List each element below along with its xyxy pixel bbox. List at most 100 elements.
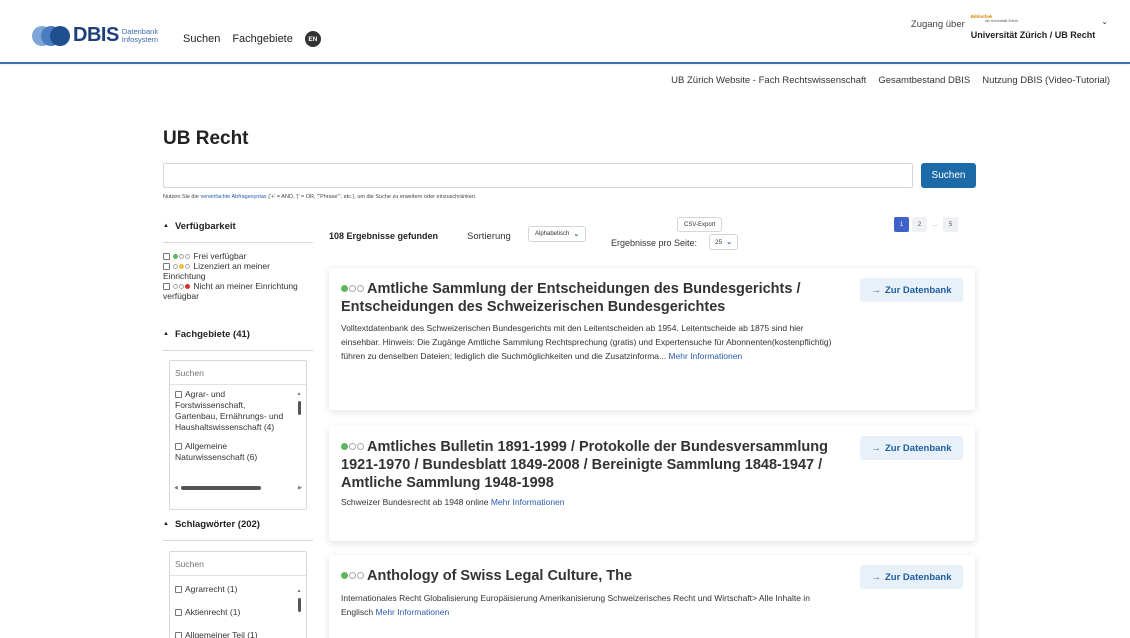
result-description: Internationales Recht Globalisierung Eur… (341, 591, 841, 619)
per-page-value: 25 (715, 238, 723, 246)
search-bar: Suchen (163, 163, 976, 189)
keyword-agrarrecht[interactable]: Agrarrecht (1) (175, 584, 288, 595)
open-database-button[interactable]: → Zur Datenbank (860, 436, 963, 460)
divider (163, 242, 313, 243)
filter-licensed[interactable]: Lizenziert an meiner Einrichtung (163, 261, 313, 281)
search-input[interactable] (163, 163, 913, 188)
page-5[interactable]: 5 (943, 217, 958, 232)
pagination: 1 2 ... 5 (894, 217, 958, 232)
more-info-link[interactable]: Mehr Informationen (491, 497, 565, 507)
checkbox[interactable] (163, 283, 170, 290)
link-ub-website[interactable]: UB Zürich Website - Fach Rechtswissensch… (671, 75, 866, 86)
more-info-link[interactable]: Mehr Informationen (376, 607, 450, 617)
checkbox[interactable] (175, 609, 182, 616)
collapse-triangle-icon: ▲ (163, 223, 169, 229)
result-card: Anthology of Swiss Legal Culture, The In… (329, 555, 975, 638)
subjects-search-input[interactable] (170, 361, 306, 385)
keyword-label: Allgemeiner Teil (1) (185, 630, 258, 638)
syntax-help-link[interactable]: vereinfachte Abfragesyntax (200, 194, 266, 200)
checkbox[interactable] (175, 632, 182, 638)
subjects-list: Agrar- und Forstwissenschaft, Gartenbau,… (170, 385, 306, 485)
keyword-label: Aktienrecht (1) (185, 607, 241, 617)
logo-name: DBIS (73, 24, 119, 46)
page-ellipsis: ... (932, 221, 938, 228)
dbis-logo[interactable]: DBIS Datenbank Infosystem (32, 24, 158, 47)
per-page-label: Ergebnisse pro Seite: (611, 238, 698, 248)
open-database-label: Zur Datenbank (884, 284, 952, 296)
checkbox[interactable] (175, 391, 182, 398)
chevron-down-icon[interactable]: ⌄ (1101, 17, 1108, 26)
result-title[interactable]: Amtliche Sammlung der Entscheidungen des… (341, 280, 831, 316)
open-database-label: Zur Datenbank (884, 571, 952, 583)
result-title[interactable]: Anthology of Swiss Legal Culture, The (341, 567, 831, 585)
search-button[interactable]: Suchen (921, 163, 976, 188)
institution-name: Universität Zürich / UB Recht (970, 30, 1096, 40)
nav-fachgebiete[interactable]: Fachgebiete (232, 33, 293, 45)
facet-keywords-toggle[interactable]: ▲ Schlagwörter (202) (163, 516, 313, 532)
page-title: UB Recht (163, 128, 249, 149)
filter-free-label: Frei verfügbar (193, 251, 247, 261)
checkbox[interactable] (175, 443, 182, 450)
link-video-tutorial[interactable]: Nutzung DBIS (Video-Tutorial) (982, 75, 1110, 86)
sort-select[interactable]: Alphabetisch ⌄ (528, 226, 587, 242)
facet-availability-title: Verfügbarkeit (174, 220, 236, 232)
csv-export-button[interactable]: CSV-Export (677, 217, 723, 232)
divider (163, 350, 313, 351)
keywords-list: Agrarrecht (1) Aktienrecht (1) Allgemein… (170, 576, 306, 638)
nav-suchen[interactable]: Suchen (183, 33, 220, 45)
top-header: DBIS Datenbank Infosystem Suchen Fachgeb… (0, 0, 1130, 64)
language-switch-en[interactable]: EN (304, 31, 321, 47)
collapse-triangle-icon: ▲ (163, 521, 169, 527)
result-title-text: Anthology of Swiss Legal Culture, The (367, 568, 633, 584)
per-page-select[interactable]: 25 ⌄ (709, 234, 739, 250)
results-count: 108 Ergebnisse gefunden (329, 231, 439, 241)
filter-free[interactable]: Frei verfügbar (163, 251, 313, 261)
page-1[interactable]: 1 (894, 217, 909, 232)
facet-availability-toggle[interactable]: ▲ Verfügbarkeit (163, 218, 313, 234)
facet-subjects-toggle[interactable]: ▲ Fachgebiete (41) (163, 326, 313, 342)
result-description-text: Volltextdatenbank des Schweizerischen Bu… (341, 323, 832, 361)
chevron-down-icon: ⌄ (726, 239, 733, 246)
availability-options: Frei verfügbar Lizenziert an meiner Einr… (163, 251, 313, 301)
logo-dots-icon (32, 25, 70, 46)
keyword-aktienrecht[interactable]: Aktienrecht (1) (175, 607, 288, 618)
vertical-scrollbar[interactable]: ▲ (296, 586, 302, 613)
collapse-triangle-icon: ▲ (163, 331, 169, 337)
result-title-text: Amtliche Sammlung der Entscheidungen des… (341, 281, 801, 315)
arrow-right-icon: → (871, 442, 881, 454)
secondary-nav: UB Zürich Website - Fach Rechtswissensch… (671, 75, 1110, 86)
chevron-down-icon: ⌄ (573, 231, 580, 238)
keywords-search-input[interactable] (170, 552, 306, 576)
open-database-button[interactable]: → Zur Datenbank (860, 565, 963, 589)
filter-unavailable[interactable]: Nicht an meiner Einrichtung verfügbar (163, 281, 313, 301)
facet-keywords-title: Schlagwörter (202) (174, 518, 260, 530)
result-title[interactable]: Amtliches Bulletin 1891-1999 / Protokoll… (341, 438, 831, 492)
availability-status-icon (341, 443, 364, 450)
vertical-scrollbar[interactable]: ▲ (296, 389, 302, 416)
page-2[interactable]: 2 (912, 217, 927, 232)
hint-prefix: Nutzen Sie die (163, 194, 199, 200)
subjects-facet-box: Agrar- und Forstwissenschaft, Gartenbau,… (169, 360, 307, 510)
library-logo-sub: der Universität Zürich (984, 19, 1019, 23)
checkbox[interactable] (163, 253, 170, 260)
result-description: Volltextdatenbank des Schweizerischen Bu… (341, 321, 841, 363)
checkbox[interactable] (175, 586, 182, 593)
subject-agrar[interactable]: Agrar- und Forstwissenschaft, Gartenbau,… (175, 389, 288, 433)
more-info-link[interactable]: Mehr Informationen (668, 351, 742, 361)
link-gesamtbestand[interactable]: Gesamtbestand DBIS (878, 75, 970, 86)
sort-value: Alphabetisch (535, 231, 570, 237)
availability-status-icon (341, 572, 364, 579)
horizontal-scrollbar[interactable]: ◀ ▶ (170, 485, 306, 495)
sort-label: Sortierung (467, 231, 511, 242)
availability-status-icon (341, 285, 364, 292)
facet-subjects-title: Fachgebiete (41) (174, 328, 250, 340)
open-database-label: Zur Datenbank (884, 442, 952, 454)
keyword-allgemeiner-teil[interactable]: Allgemeiner Teil (1) (175, 630, 288, 638)
result-title-text: Amtliches Bulletin 1891-1999 / Protokoll… (341, 439, 828, 491)
access-label: Zugang über (910, 19, 965, 30)
open-database-button[interactable]: → Zur Datenbank (860, 278, 963, 302)
subject-naturwissenschaft[interactable]: Allgemeine Naturwissenschaft (6) (175, 441, 288, 463)
institution-access[interactable]: Zugang über Bibliothek der Universität Z… (911, 14, 1108, 40)
checkbox[interactable] (163, 263, 170, 270)
result-description: Schweizer Bundesrecht ab 1948 online Meh… (341, 495, 841, 509)
